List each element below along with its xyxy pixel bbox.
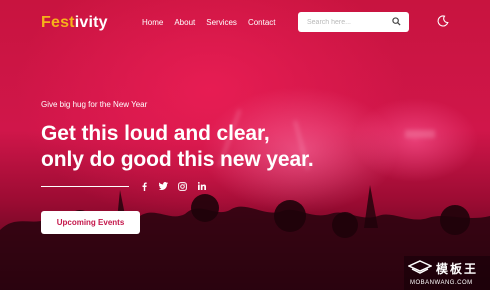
stage-light-beam bbox=[405, 130, 435, 138]
headline-line-1: Get this loud and clear, bbox=[41, 122, 270, 145]
moon-icon[interactable] bbox=[437, 15, 449, 27]
watermark: 模板王 MOBANWANG.COM bbox=[404, 256, 490, 290]
search-box bbox=[298, 12, 409, 32]
hero-divider bbox=[41, 186, 129, 187]
logo-part-1: Fest bbox=[41, 14, 75, 31]
watermark-site-name: 模板王 bbox=[436, 262, 479, 276]
linkedin-icon[interactable] bbox=[197, 181, 206, 191]
upcoming-events-button[interactable]: Upcoming Events bbox=[41, 211, 140, 234]
search-icon[interactable] bbox=[392, 17, 401, 26]
main-nav: Home About Services Contact bbox=[142, 18, 276, 27]
nav-item-home[interactable]: Home bbox=[142, 18, 163, 27]
search-input[interactable] bbox=[307, 13, 397, 31]
nav-item-contact[interactable]: Contact bbox=[248, 18, 276, 27]
brand-logo[interactable]: Festivity bbox=[41, 14, 108, 32]
watermark-site-url: MOBANWANG.COM bbox=[410, 280, 473, 286]
twitter-icon[interactable] bbox=[159, 181, 168, 191]
facebook-icon[interactable] bbox=[140, 181, 149, 191]
instagram-icon[interactable] bbox=[178, 181, 187, 191]
nav-item-services[interactable]: Services bbox=[206, 18, 237, 27]
watermark-logo-icon bbox=[408, 260, 432, 274]
logo-part-2: ivity bbox=[74, 14, 108, 31]
nav-item-about[interactable]: About bbox=[174, 18, 195, 27]
hero-headline: Get this loud and clear, only do good th… bbox=[41, 121, 314, 173]
hero-tagline: Give big hug for the New Year bbox=[41, 100, 148, 109]
social-links bbox=[140, 181, 206, 191]
headline-line-2: only do good this new year. bbox=[41, 148, 314, 171]
